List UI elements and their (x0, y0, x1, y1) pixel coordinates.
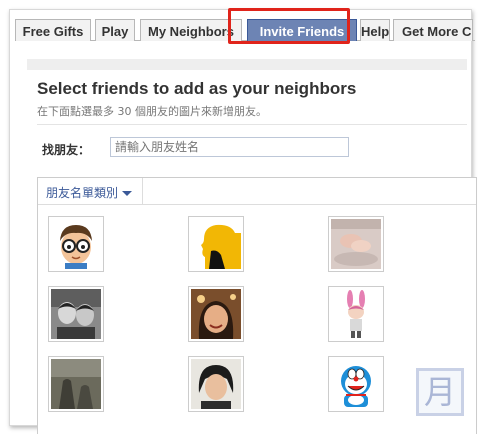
panel-subtitle: 在下面點選最多 30 個朋友的圖片來新增朋友。 (37, 105, 267, 118)
category-dropdown[interactable]: 朋友名單類別 (38, 178, 144, 205)
friend-thumb-rabbit-girl[interactable] (328, 286, 384, 342)
friend-search-input[interactable] (110, 137, 349, 157)
cartoon-boy-glasses-icon (51, 219, 101, 269)
friend-list-header: 朋友名單類別 (38, 178, 476, 205)
category-label: 朋友名單類別 (46, 186, 119, 200)
friend-thumb-cartoon-boy[interactable] (48, 216, 104, 272)
watermark-stamp: 月 (416, 368, 464, 416)
friend-thumb-two-boys[interactable] (48, 286, 104, 342)
friend-list: 朋友名單類別 (37, 177, 477, 434)
tab-help[interactable]: Help (360, 19, 390, 41)
highlight-annotation (228, 8, 350, 44)
friend-thumb-silhouette[interactable] (188, 216, 244, 272)
friend-thumb-outdoor[interactable] (48, 356, 104, 412)
baby-photo-icon (331, 219, 381, 269)
friend-thumb-baby[interactable] (328, 216, 384, 272)
tab-free-gifts[interactable]: Free Gifts (15, 19, 91, 41)
friend-thumb-woman[interactable] (188, 286, 244, 342)
friend-thumb-young-person[interactable] (188, 356, 244, 412)
smiling-woman-photo-icon (191, 289, 241, 339)
outdoor-photo-icon (51, 359, 101, 409)
tab-get-more[interactable]: Get More C (393, 19, 473, 41)
panel-title: Select friends to add as your neighbors (37, 79, 357, 98)
rabbit-girl-avatar-icon (331, 289, 381, 339)
yellow-silhouette-icon (191, 219, 241, 269)
doraemon-avatar-icon (331, 359, 381, 409)
divider (37, 124, 467, 125)
tab-my-neighbors[interactable]: My Neighbors (140, 19, 242, 41)
young-person-photo-icon (191, 359, 241, 409)
search-label: 找朋友： (42, 143, 91, 157)
two-boys-photo-icon (51, 289, 101, 339)
friend-thumb-doraemon[interactable] (328, 356, 384, 412)
chevron-down-icon (122, 191, 133, 196)
invite-panel: Select friends to add as your neighbors … (27, 59, 477, 434)
tab-play[interactable]: Play (95, 19, 135, 41)
